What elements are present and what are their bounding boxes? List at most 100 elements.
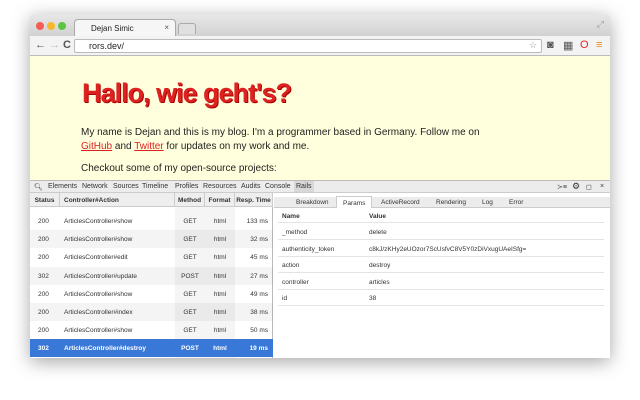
detail-panel: Breakdown Params ActiveRecord Rendering … <box>274 193 610 358</box>
tab-timeline[interactable]: Timeline <box>142 183 168 190</box>
cell-resp-time: 49 ms <box>250 290 268 298</box>
address-bar[interactable]: rors.dev/ ☆ <box>74 39 542 53</box>
qr-code-icon[interactable]: ▦ <box>563 39 573 52</box>
dock-icon[interactable]: ◻ <box>586 183 592 191</box>
table-row[interactable]: 200 ArticlesController#index GET html 38 ms <box>30 303 273 321</box>
browser-tab[interactable]: Dejan Simic × <box>74 19 176 36</box>
maximize-window-button[interactable] <box>58 22 66 30</box>
cell-format: html <box>213 254 227 262</box>
web-page: Hallo, wie geht's? My name is Dejan and … <box>30 56 610 180</box>
cell-format: html <box>213 345 227 353</box>
cell-action: ArticlesController#edit <box>64 254 128 262</box>
close-tab-icon[interactable]: × <box>164 23 169 32</box>
param-row: id 38 <box>278 290 604 306</box>
tab-sources[interactable]: Sources <box>113 183 139 190</box>
tab-bar: Dejan Simic × ⤢ <box>30 14 610 36</box>
cell-method: GET <box>183 254 197 262</box>
cell-method: GET <box>183 290 197 298</box>
cell-method: POST <box>181 272 199 280</box>
cell-resp-time: 27 ms <box>250 272 268 280</box>
cell-action: ArticlesController#show <box>64 290 133 298</box>
cell-resp-time: 19 ms <box>249 345 268 353</box>
twitter-link[interactable]: Twitter <box>134 141 163 152</box>
name-header: Name <box>282 213 300 220</box>
table-row[interactable]: 200 ArticlesController#show GET html 49 ms <box>30 285 273 303</box>
tab-params[interactable]: Params <box>336 196 373 208</box>
cell-resp-time: 133 ms <box>246 218 268 225</box>
param-name: _method <box>282 229 308 236</box>
param-value: c8kJ/zKHy2eUOzor7ScUsfvC8V5Y0zDiVxugUAeI… <box>369 245 527 253</box>
cell-method: GET <box>183 218 197 225</box>
github-link[interactable]: GitHub <box>81 141 112 152</box>
tab-activerecord[interactable]: ActiveRecord <box>381 199 420 206</box>
cell-method: POST <box>181 345 199 353</box>
minimize-window-button[interactable] <box>47 22 55 30</box>
url-text: rors.dev/ <box>89 41 125 51</box>
close-window-button[interactable] <box>36 22 44 30</box>
tab-rendering[interactable]: Rendering <box>436 199 466 206</box>
table-row[interactable]: 302 ArticlesController#destroy POST html 19 … <box>30 339 273 358</box>
header-format[interactable]: Format <box>205 193 235 207</box>
params-header: Name Value <box>278 210 604 223</box>
tab-rails[interactable]: Rails <box>294 181 314 192</box>
header-status[interactable]: Status <box>30 193 60 207</box>
cell-status: 200 <box>38 218 49 225</box>
reload-icon[interactable]: C <box>63 39 71 51</box>
cell-status: 200 <box>38 309 49 316</box>
cell-status: 200 <box>38 254 49 262</box>
tab-title: Dejan Simic <box>91 24 134 33</box>
console-drawer-icon[interactable]: ≻≡ <box>557 183 567 191</box>
param-row: _method delete <box>278 224 604 240</box>
tab-audits[interactable]: Audits <box>241 183 260 190</box>
table-row[interactable]: 200 ArticlesController#show GET html 32 ms <box>30 230 273 249</box>
table-row[interactable]: 302 ArticlesController#update POST html 27 m… <box>30 266 273 285</box>
cell-resp-time: 50 ms <box>250 327 268 335</box>
param-row: controller articles <box>278 274 604 290</box>
table-row[interactable]: 200 ArticlesController#edit GET html 45 ms <box>30 248 273 266</box>
search-icon[interactable]: 🔍︎ <box>34 183 43 191</box>
table-row[interactable]: 200 ArticlesController#show GET html 133 ms <box>30 212 273 230</box>
tab-network[interactable]: Network <box>82 183 108 190</box>
menu-icon[interactable]: ≡ <box>596 39 602 51</box>
cell-method: GET <box>183 236 197 244</box>
table-row[interactable]: 200 ArticlesController#show GET html 50 ms <box>30 321 273 339</box>
tab-breakdown[interactable]: Breakdown <box>296 199 329 206</box>
param-name: action <box>282 262 300 269</box>
browser-toolbar: ← → C rors.dev/ ☆ ◙ ▦ O ≡ <box>30 36 610 56</box>
tab-error[interactable]: Error <box>509 199 523 206</box>
tab-elements[interactable]: Elements <box>48 183 77 190</box>
intro-text-end: for updates on my work and me. <box>163 141 310 152</box>
tab-profiles[interactable]: Profiles <box>175 183 198 190</box>
close-devtools-icon[interactable]: × <box>600 183 604 190</box>
back-icon[interactable]: ← <box>35 39 46 51</box>
header-action[interactable]: Controller#Action <box>60 193 175 207</box>
opera-icon[interactable]: O <box>580 39 589 51</box>
param-row: authenticity_token c8kJ/zKHy2eUOzor7ScUsf… <box>278 241 604 257</box>
page-heading: Hallo, wie geht's? <box>82 78 292 108</box>
cell-method: GET <box>183 327 197 335</box>
forward-icon[interactable]: → <box>49 39 60 51</box>
cell-format: html <box>213 290 227 298</box>
param-name: authenticity_token <box>282 245 335 253</box>
value-header: Value <box>369 213 386 220</box>
header-method[interactable]: Method <box>175 193 205 207</box>
tab-console[interactable]: Console <box>265 183 291 190</box>
new-tab-button[interactable] <box>178 23 196 34</box>
header-resp-time[interactable]: Resp. Time <box>235 193 273 207</box>
fullscreen-icon[interactable]: ⤢ <box>597 19 604 30</box>
devtools-toolbar: 🔍︎ Elements Network Sources Timeline Pro… <box>30 180 610 193</box>
browser-window: Dejan Simic × ⤢ ← → C rors.dev/ ☆ ◙ ▦ O ≡… <box>30 14 610 358</box>
cell-format: html <box>213 218 227 225</box>
cell-format: html <box>213 309 227 316</box>
and-text: and <box>112 141 135 152</box>
gear-icon[interactable]: ⚙ <box>572 181 580 192</box>
star-icon[interactable]: ☆ <box>529 40 537 51</box>
cell-format: html <box>213 236 227 244</box>
param-name: controller <box>282 278 309 286</box>
cell-format: html <box>213 272 227 280</box>
tab-resources[interactable]: Resources <box>203 183 236 190</box>
tab-log[interactable]: Log <box>482 199 493 206</box>
param-value: articles <box>369 278 390 286</box>
pocket-icon[interactable]: ◙ <box>547 39 554 51</box>
cell-resp-time: 38 ms <box>250 309 268 316</box>
